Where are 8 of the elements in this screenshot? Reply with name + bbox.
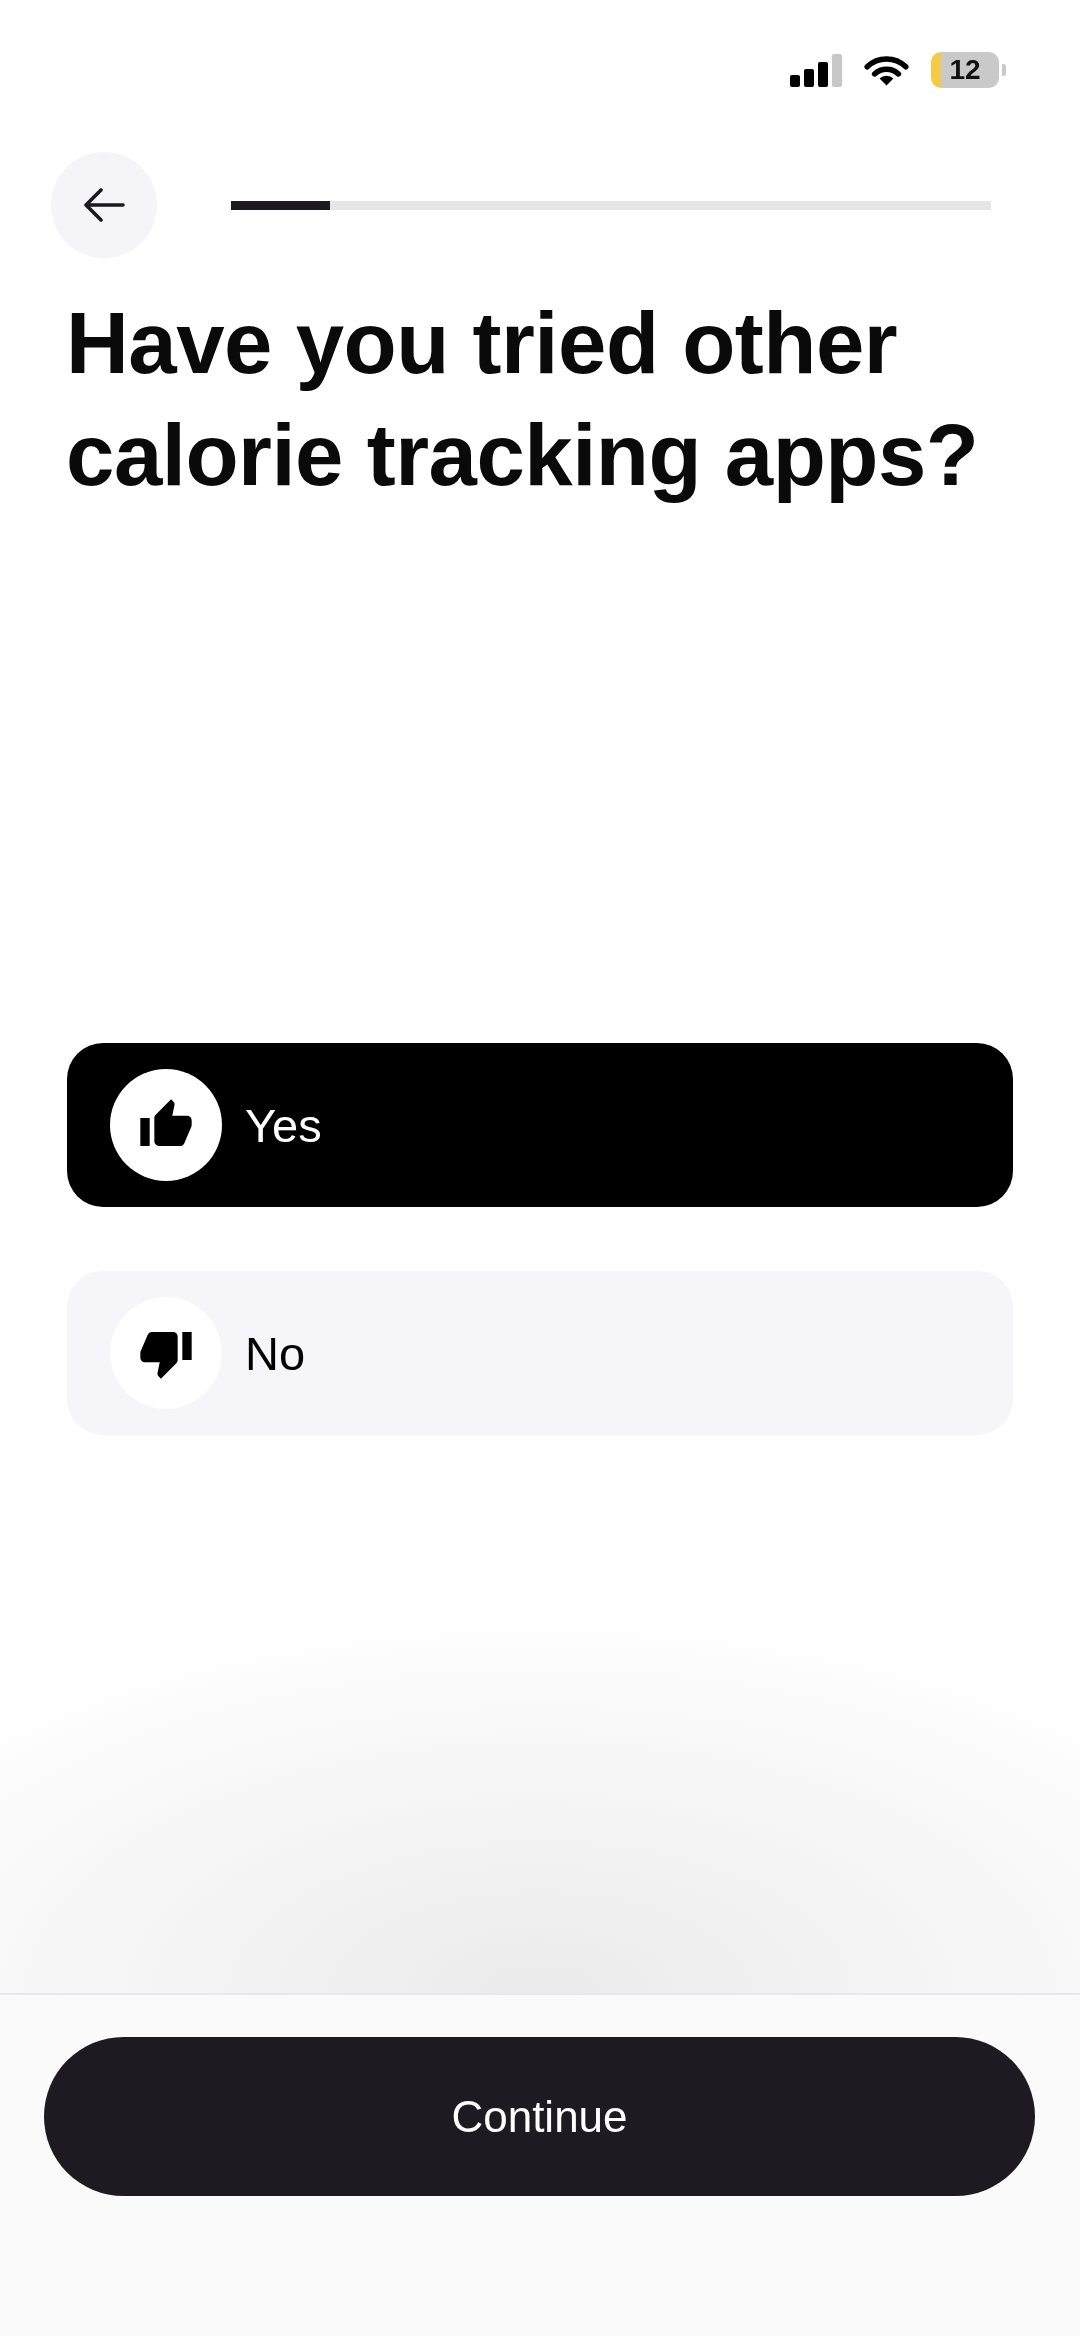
wifi-icon	[864, 53, 909, 87]
battery-indicator: 12	[931, 52, 1006, 88]
back-arrow-icon	[83, 188, 125, 222]
answer-option[interactable]: Yes	[67, 1043, 1013, 1207]
signal-icon	[790, 53, 842, 87]
continue-button[interactable]: Continue	[44, 2037, 1035, 2196]
question-title: Have you tried other calorie tracking apps?	[66, 293, 980, 505]
answer-option[interactable]: No	[67, 1271, 1013, 1435]
